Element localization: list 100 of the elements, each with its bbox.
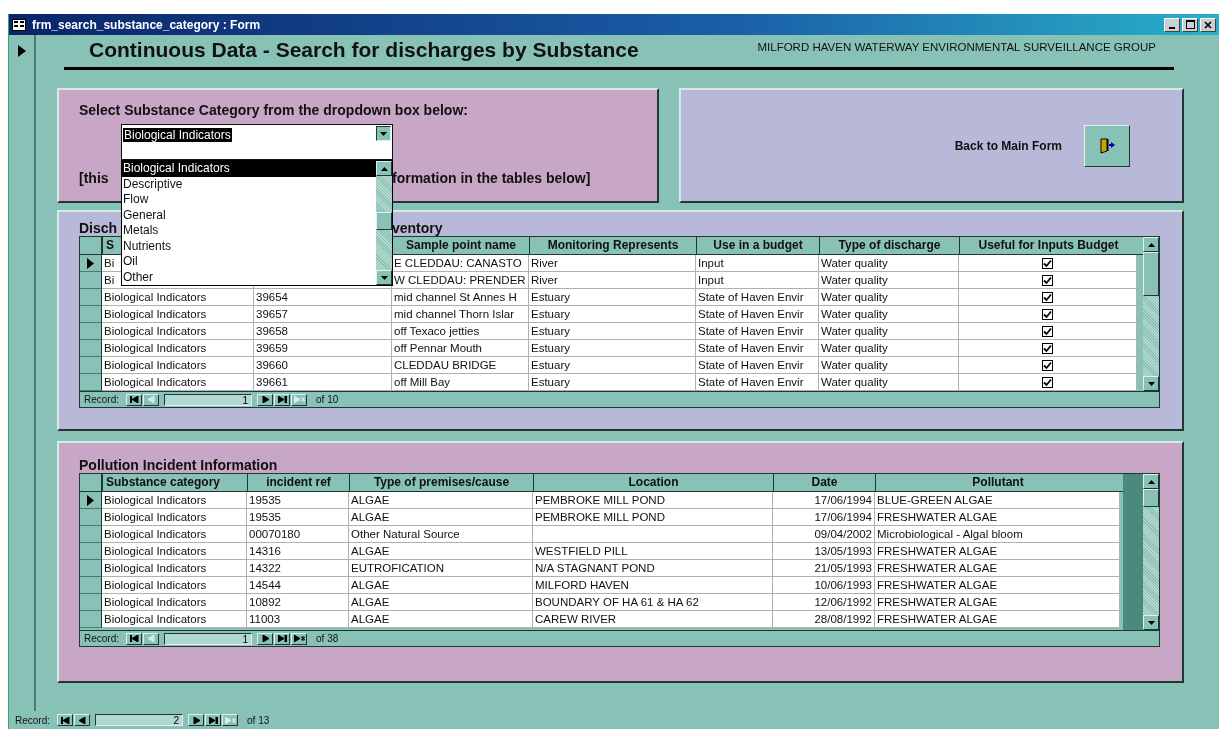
column-header[interactable]: Pollutant bbox=[875, 474, 1120, 491]
row-selector[interactable] bbox=[80, 323, 102, 340]
table-cell: Estuary bbox=[529, 306, 696, 323]
checkbox[interactable] bbox=[1042, 308, 1053, 320]
column-header[interactable]: S bbox=[106, 238, 114, 252]
first-record-icon bbox=[129, 396, 139, 403]
record-count: of 10 bbox=[316, 394, 339, 405]
table-cell: PEMBROKE MILL POND bbox=[533, 492, 773, 509]
checkbox[interactable] bbox=[1042, 257, 1053, 269]
checkbox[interactable] bbox=[1042, 291, 1053, 303]
table-cell: River bbox=[529, 272, 696, 289]
instruction-text: [this bbox=[79, 170, 109, 186]
table-cell: MILFORD HAVEN bbox=[533, 577, 773, 594]
checkbox[interactable] bbox=[1042, 359, 1053, 371]
last-record-icon bbox=[277, 396, 287, 403]
row-selector[interactable] bbox=[80, 306, 102, 323]
table-cell: 39659 bbox=[254, 340, 392, 357]
table-cell: State of Haven Envir bbox=[696, 357, 819, 374]
maximize-button[interactable] bbox=[1182, 17, 1198, 32]
dropdown-option[interactable]: Metals bbox=[122, 223, 376, 239]
scroll-thumb[interactable] bbox=[1143, 489, 1159, 507]
table-cell: 00070180 bbox=[247, 526, 349, 543]
row-selector[interactable] bbox=[80, 272, 102, 289]
column-header[interactable]: Location bbox=[533, 474, 773, 491]
column-header[interactable]: incident ref bbox=[247, 474, 349, 491]
category-dropdown[interactable]: Biological Indicators bbox=[121, 124, 393, 160]
row-selector[interactable] bbox=[80, 594, 102, 611]
column-header[interactable]: Monitoring Represents bbox=[547, 238, 679, 252]
record-number-field[interactable]: 2 bbox=[95, 714, 183, 726]
back-button[interactable] bbox=[1084, 124, 1130, 167]
table-cell: 17/06/1994 bbox=[773, 492, 875, 509]
table-cell: State of Haven Envir bbox=[696, 340, 819, 357]
scroll-thumb[interactable] bbox=[1143, 252, 1159, 296]
checkbox[interactable] bbox=[1042, 325, 1053, 337]
row-selector[interactable] bbox=[80, 560, 102, 577]
column-header[interactable]: Type of discharge bbox=[838, 238, 941, 252]
checkbox[interactable] bbox=[1042, 376, 1053, 388]
table-cell: Biological Indicators bbox=[102, 323, 254, 340]
dropdown-option[interactable]: Nutrients bbox=[122, 238, 376, 254]
row-selector[interactable] bbox=[80, 357, 102, 374]
column-header[interactable]: Sample point name bbox=[406, 238, 516, 252]
previous-record-button[interactable] bbox=[74, 714, 90, 726]
row-selector[interactable] bbox=[80, 289, 102, 306]
previous-record-icon bbox=[78, 716, 86, 724]
column-header[interactable]: Use in a budget bbox=[713, 238, 803, 252]
dropdown-option[interactable]: Descriptive bbox=[122, 176, 376, 192]
next-record-button[interactable] bbox=[257, 393, 273, 406]
table-cell: 39654 bbox=[254, 289, 392, 306]
scrollbar[interactable] bbox=[376, 161, 392, 285]
row-selector[interactable] bbox=[80, 374, 102, 391]
column-header[interactable]: Substance category bbox=[102, 474, 247, 491]
row-selector[interactable] bbox=[80, 611, 102, 628]
first-record-button[interactable] bbox=[126, 632, 142, 645]
column-header[interactable]: Useful for Inputs Budget bbox=[978, 238, 1119, 252]
scroll-thumb[interactable] bbox=[376, 212, 392, 230]
new-record-button[interactable] bbox=[291, 632, 307, 645]
first-record-icon bbox=[60, 716, 70, 724]
first-record-button[interactable] bbox=[57, 714, 73, 726]
last-record-button[interactable] bbox=[205, 714, 221, 726]
table-cell: E CLEDDAU: CANASTO bbox=[392, 255, 529, 272]
last-record-button[interactable] bbox=[274, 632, 290, 645]
record-number-field[interactable]: 1 bbox=[164, 632, 252, 645]
table-cell: off Pennar Mouth bbox=[392, 340, 529, 357]
record-label: Record: bbox=[15, 714, 50, 726]
scrollbar[interactable] bbox=[1143, 237, 1159, 391]
next-record-button[interactable] bbox=[257, 632, 273, 645]
table-cell: Biological Indicators bbox=[102, 492, 247, 509]
dropdown-option[interactable]: Biological Indicators bbox=[122, 161, 376, 177]
row-selector[interactable] bbox=[80, 526, 102, 543]
table-cell: 39660 bbox=[254, 357, 392, 374]
table-cell: BOUNDARY OF HA 61 & HA 62 bbox=[533, 594, 773, 611]
row-selector[interactable] bbox=[80, 577, 102, 594]
row-selector[interactable] bbox=[80, 492, 102, 509]
table-cell: Water quality bbox=[819, 289, 959, 306]
next-record-button[interactable] bbox=[188, 714, 204, 726]
column-header[interactable]: Date bbox=[773, 474, 875, 491]
current-record-icon bbox=[87, 494, 94, 506]
table-cell: 10/06/1993 bbox=[773, 577, 875, 594]
minimize-button[interactable] bbox=[1164, 17, 1180, 32]
dropdown-option[interactable]: General bbox=[122, 207, 376, 223]
last-record-button[interactable] bbox=[274, 393, 290, 406]
dropdown-option[interactable]: Flow bbox=[122, 192, 376, 208]
table-cell: ALGAE bbox=[349, 509, 533, 526]
row-selector[interactable] bbox=[80, 340, 102, 357]
close-button[interactable] bbox=[1200, 17, 1216, 32]
column-header[interactable]: Type of premises/cause bbox=[349, 474, 533, 491]
record-number-field[interactable]: 1 bbox=[164, 393, 252, 406]
table-cell: ALGAE bbox=[349, 492, 533, 509]
first-record-button[interactable] bbox=[126, 393, 142, 406]
checkbox[interactable] bbox=[1042, 342, 1053, 354]
table-cell: State of Haven Envir bbox=[696, 289, 819, 306]
row-selector[interactable] bbox=[80, 543, 102, 560]
selected-value: Biological Indicators bbox=[123, 128, 232, 142]
row-selector[interactable] bbox=[80, 509, 102, 526]
section-title: Pollution Incident Information bbox=[79, 457, 279, 473]
checkbox[interactable] bbox=[1042, 274, 1053, 286]
table-cell: 09/04/2002 bbox=[773, 526, 875, 543]
row-selector[interactable] bbox=[80, 255, 102, 272]
last-record-icon bbox=[208, 716, 218, 724]
scrollbar[interactable] bbox=[1143, 474, 1159, 630]
